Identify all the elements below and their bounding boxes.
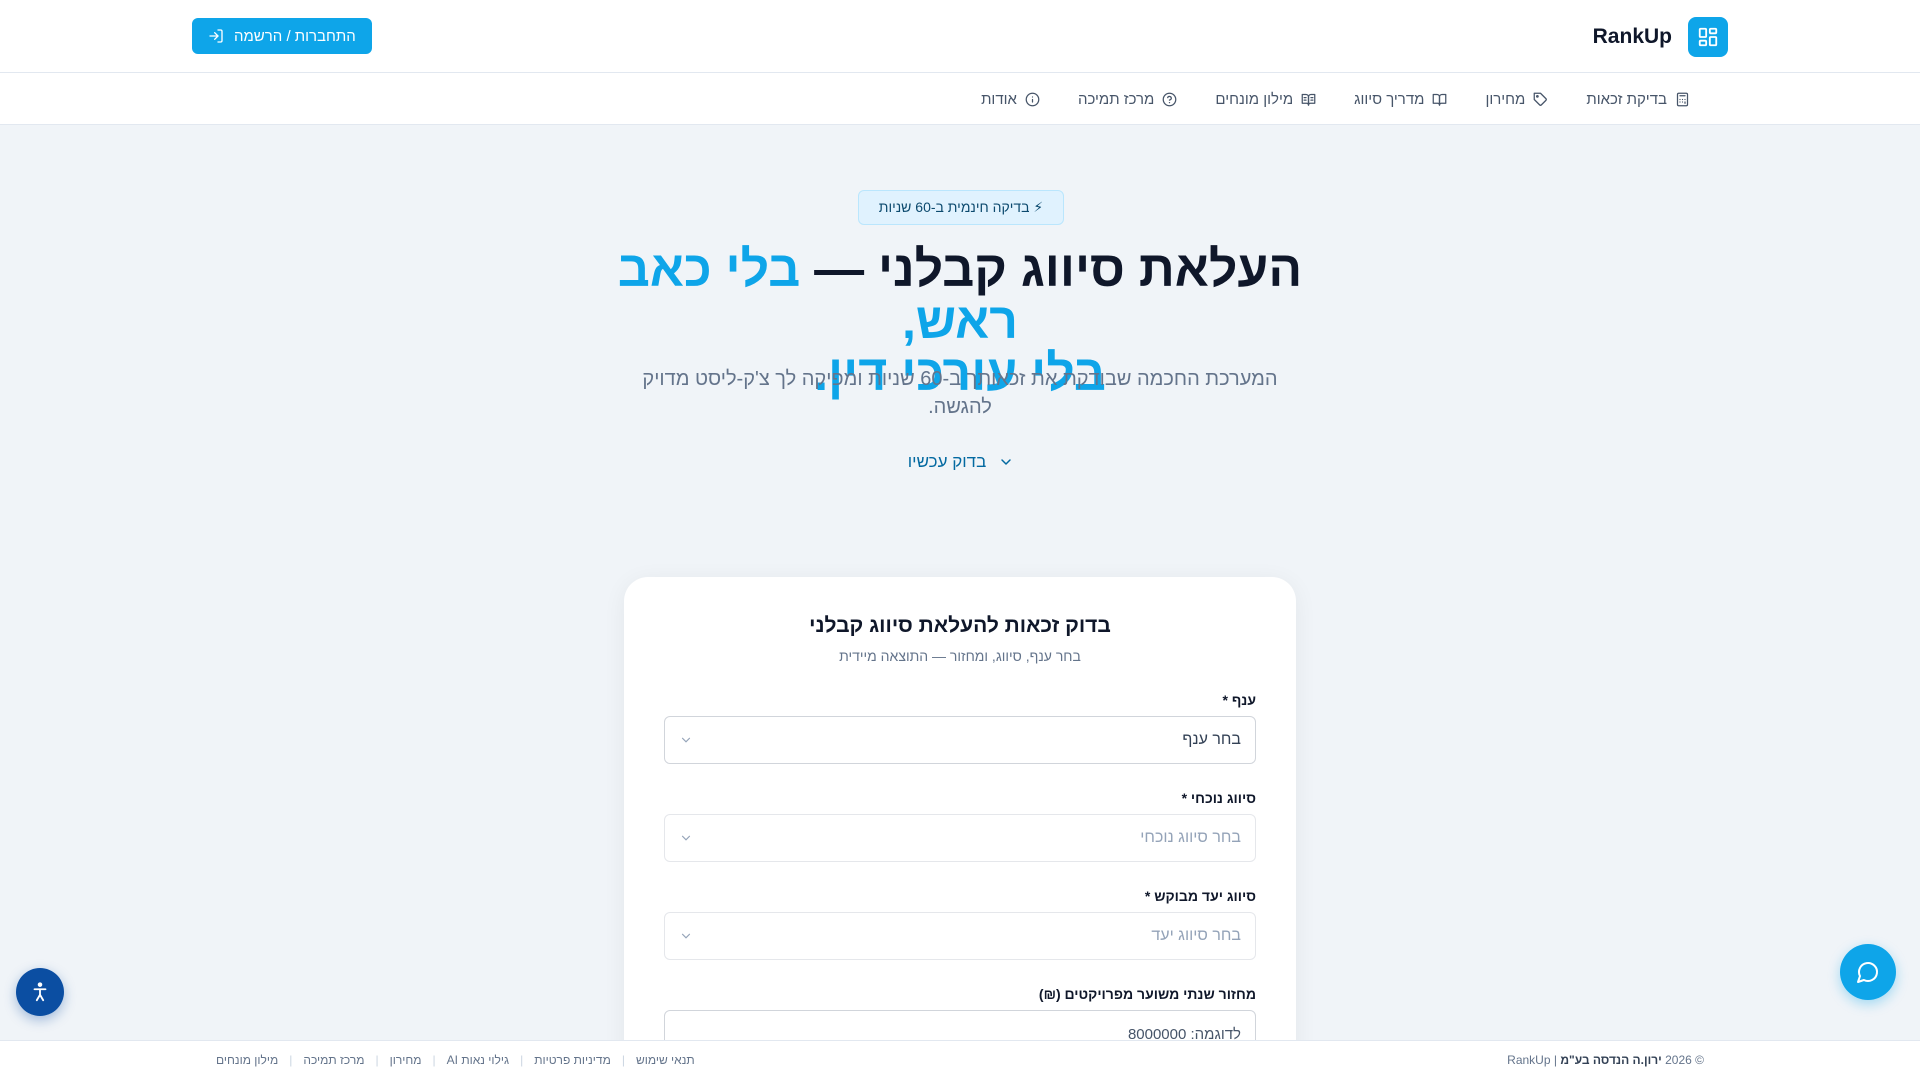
brand[interactable]: RankUp bbox=[1593, 17, 1728, 57]
footer-link-pricing[interactable]: מחירון bbox=[390, 1053, 422, 1067]
headline-part: העלאת סיווג קבלני — bbox=[800, 241, 1303, 297]
tag-icon bbox=[1533, 92, 1548, 106]
footer-link-privacy[interactable]: מדיניות פרטיות bbox=[534, 1053, 611, 1067]
nav-item-eligibility[interactable]: בדיקת זכאות bbox=[1586, 91, 1690, 108]
footer-separator: | bbox=[432, 1053, 436, 1067]
accessibility-icon bbox=[33, 982, 47, 1002]
nav-item-label: מדריך סיווג bbox=[1354, 90, 1425, 108]
footer-separator: | bbox=[375, 1053, 379, 1067]
footer-separator: | bbox=[289, 1053, 293, 1067]
branch-select-value: בחר ענף bbox=[1182, 731, 1241, 748]
main-nav: בדיקת זכאות מחירון מדריך סיווג מילון מונ… bbox=[0, 73, 1920, 125]
check-now-link[interactable]: בדוק עכשיו bbox=[900, 447, 1022, 477]
chevron-down-icon bbox=[681, 835, 691, 841]
company-name: ירון.ה הנדסה בע"מ bbox=[1560, 1053, 1662, 1067]
nav-item-glossary[interactable]: מילון מונחים bbox=[1215, 91, 1316, 108]
chevron-down-icon bbox=[1001, 459, 1011, 465]
top-header: RankUp התחברות / הרשמה bbox=[0, 0, 1920, 73]
footer-separator: | bbox=[520, 1053, 524, 1067]
branch-select[interactable]: בחר ענף bbox=[664, 716, 1256, 764]
target-class-select-value: בחר סיווג יעד bbox=[1151, 927, 1241, 944]
copyright: © 2026 ירון.ה הנדסה בע"מ | RankUp bbox=[1507, 1053, 1704, 1067]
chevron-down-icon bbox=[681, 737, 691, 743]
nav-item-support[interactable]: מרכז תמיכה bbox=[1078, 91, 1177, 108]
book-icon bbox=[1433, 93, 1447, 106]
current-class-field: סיווג נוכחי * בחר סיווג נוכחי bbox=[664, 790, 1256, 862]
target-class-select[interactable]: בחר סיווג יעד bbox=[664, 912, 1256, 960]
login-button[interactable]: התחברות / הרשמה bbox=[192, 18, 372, 54]
current-class-select[interactable]: בחר סיווג נוכחי bbox=[664, 814, 1256, 862]
footer-link-support[interactable]: מרכז תמיכה bbox=[303, 1053, 364, 1067]
footer-separator: | bbox=[621, 1053, 625, 1067]
nav-item-label: מרכז תמיכה bbox=[1077, 90, 1155, 108]
nav-item-about[interactable]: אודות bbox=[981, 91, 1040, 108]
nav-item-classification-guide[interactable]: מדריך סיווג bbox=[1354, 91, 1447, 108]
nav-item-pricing[interactable]: מחירון bbox=[1485, 91, 1548, 108]
log-in-icon bbox=[209, 29, 223, 43]
current-class-select-value: בחר סיווג נוכחי bbox=[1140, 829, 1241, 846]
accessibility-button[interactable] bbox=[16, 968, 64, 1016]
dashboard-logo-icon bbox=[1688, 17, 1728, 57]
target-class-field: סיווג יעד מבוקש * בחר סיווג יעד bbox=[664, 888, 1256, 960]
branch-field: ענף * בחר ענף bbox=[664, 692, 1256, 764]
branch-label: ענף * bbox=[1222, 692, 1256, 708]
brand-suffix: | RankUp bbox=[1507, 1053, 1557, 1067]
current-class-label: סיווג נוכחי * bbox=[1181, 790, 1256, 806]
footer-link-ai-disclosure[interactable]: גילוי נאות AI bbox=[447, 1053, 509, 1067]
nav-item-label: מחירון bbox=[1485, 90, 1526, 108]
site-footer: © 2026 ירון.ה הנדסה בע"מ | RankUp תנאי ש… bbox=[0, 1040, 1920, 1080]
chevron-down-icon bbox=[681, 933, 691, 939]
login-button-label: התחברות / הרשמה bbox=[234, 27, 356, 45]
nav-item-label: אודות bbox=[981, 90, 1017, 108]
chat-button[interactable] bbox=[1840, 944, 1896, 1000]
message-circle-icon bbox=[1857, 962, 1878, 983]
help-circle-icon bbox=[1162, 92, 1177, 106]
form-title: בדוק זכאות להעלאת סיווג קבלני bbox=[809, 614, 1111, 637]
info-icon bbox=[1025, 92, 1040, 106]
footer-links: תנאי שימוש | מדיניות פרטיות | גילוי נאות… bbox=[216, 1053, 695, 1067]
turnover-label: מחזור שנתי משוער מפרויקטים (₪) bbox=[1038, 986, 1256, 1002]
check-now-label: בדוק עכשיו bbox=[907, 452, 987, 471]
footer-link-glossary[interactable]: מילון מונחים bbox=[216, 1053, 278, 1067]
footer-link-terms[interactable]: תנאי שימוש bbox=[636, 1053, 695, 1067]
nav-item-label: מילון מונחים bbox=[1215, 90, 1294, 108]
calculator-icon bbox=[1676, 92, 1689, 106]
hero-subtitle: המערכת החכמה שבודקת את זכאותך ב-60 שניות… bbox=[642, 368, 1278, 418]
brand-name: RankUp bbox=[1592, 25, 1672, 48]
book-open-text-icon bbox=[1301, 93, 1316, 106]
form-subtitle: בחר ענף, סיווג, ומחזור — התוצאה מיידית bbox=[839, 648, 1081, 664]
free-check-badge: ⚡ בדיקה חינמית ב-60 שניות bbox=[858, 190, 1064, 225]
nav-item-label: בדיקת זכאות bbox=[1586, 90, 1667, 108]
eligibility-form-card: בדוק זכאות להעלאת סיווג קבלני בחר ענף, ס… bbox=[624, 577, 1296, 1080]
copyright-prefix: © 2026 bbox=[1665, 1053, 1704, 1067]
target-class-label: סיווג יעד מבוקש * bbox=[1144, 888, 1256, 904]
